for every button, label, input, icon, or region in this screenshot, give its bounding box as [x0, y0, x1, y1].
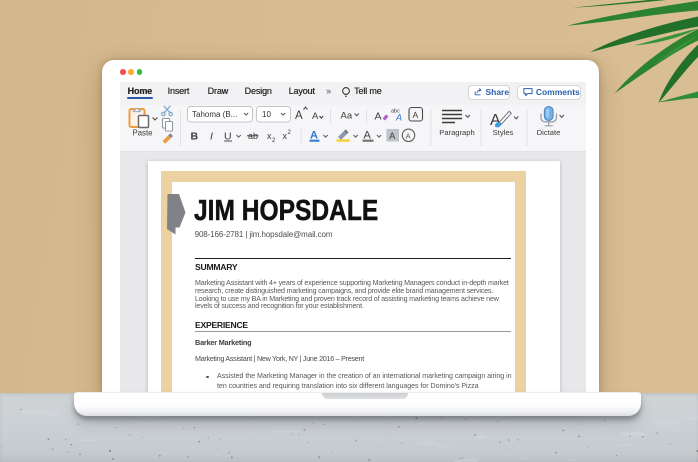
svg-text:A: A — [375, 111, 382, 123]
svg-text:A: A — [389, 131, 395, 141]
svg-text:Paragraph: Paragraph — [439, 128, 474, 137]
svg-text:Paste: Paste — [133, 129, 153, 138]
svg-text:Aa: Aa — [341, 111, 353, 122]
svg-text:A: A — [413, 110, 419, 120]
svg-text:A: A — [395, 113, 402, 123]
svg-text:2: 2 — [288, 130, 292, 136]
svg-text:Styles: Styles — [493, 128, 514, 137]
svg-text:A: A — [310, 130, 318, 142]
svg-text:B: B — [191, 131, 199, 143]
svg-text:2: 2 — [272, 138, 276, 144]
svg-text:Tahoma (B...: Tahoma (B... — [192, 110, 237, 119]
svg-text:A: A — [312, 111, 319, 122]
svg-text:A: A — [406, 131, 411, 140]
svg-text:Dictate: Dictate — [537, 128, 561, 137]
svg-text:10: 10 — [262, 110, 271, 119]
svg-text:I: I — [210, 131, 213, 143]
svg-text:A: A — [295, 110, 303, 122]
